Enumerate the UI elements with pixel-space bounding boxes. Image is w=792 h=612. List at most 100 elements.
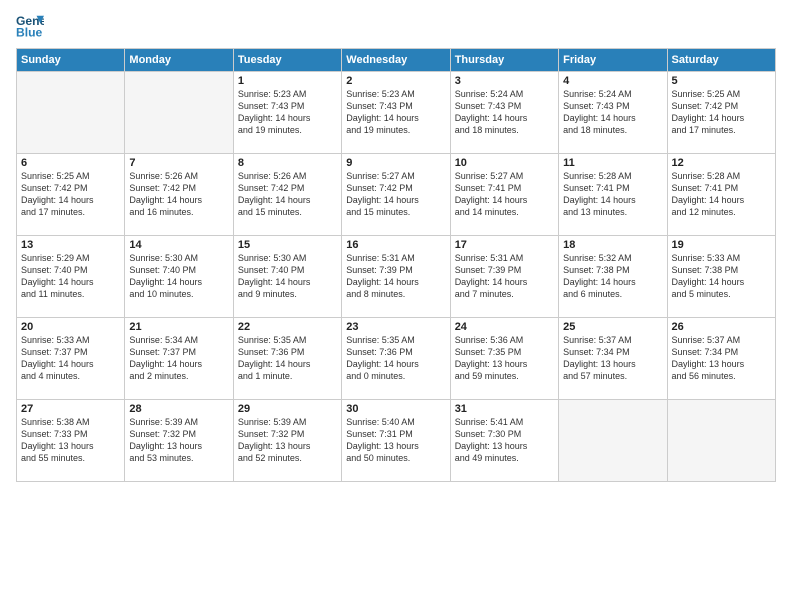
cell-info: Sunrise: 5:33 AM Sunset: 7:38 PM Dayligh… [672, 252, 771, 301]
calendar-week-4: 20Sunrise: 5:33 AM Sunset: 7:37 PM Dayli… [17, 318, 776, 400]
day-number: 21 [129, 321, 228, 333]
svg-text:Blue: Blue [16, 25, 43, 39]
cell-info: Sunrise: 5:35 AM Sunset: 7:36 PM Dayligh… [238, 334, 337, 383]
cell-info: Sunrise: 5:24 AM Sunset: 7:43 PM Dayligh… [455, 88, 554, 137]
day-header-wednesday: Wednesday [342, 49, 450, 72]
calendar-cell: 2Sunrise: 5:23 AM Sunset: 7:43 PM Daylig… [342, 72, 450, 154]
cell-info: Sunrise: 5:41 AM Sunset: 7:30 PM Dayligh… [455, 416, 554, 465]
cell-info: Sunrise: 5:33 AM Sunset: 7:37 PM Dayligh… [21, 334, 120, 383]
calendar-cell: 4Sunrise: 5:24 AM Sunset: 7:43 PM Daylig… [559, 72, 667, 154]
calendar-cell: 20Sunrise: 5:33 AM Sunset: 7:37 PM Dayli… [17, 318, 125, 400]
day-number: 16 [346, 239, 445, 251]
day-number: 7 [129, 157, 228, 169]
day-header-sunday: Sunday [17, 49, 125, 72]
cell-info: Sunrise: 5:37 AM Sunset: 7:34 PM Dayligh… [672, 334, 771, 383]
cell-info: Sunrise: 5:32 AM Sunset: 7:38 PM Dayligh… [563, 252, 662, 301]
day-header-saturday: Saturday [667, 49, 775, 72]
calendar-cell: 29Sunrise: 5:39 AM Sunset: 7:32 PM Dayli… [233, 400, 341, 482]
calendar-cell [125, 72, 233, 154]
day-number: 4 [563, 75, 662, 87]
calendar-cell: 19Sunrise: 5:33 AM Sunset: 7:38 PM Dayli… [667, 236, 775, 318]
cell-info: Sunrise: 5:34 AM Sunset: 7:37 PM Dayligh… [129, 334, 228, 383]
day-number: 22 [238, 321, 337, 333]
cell-info: Sunrise: 5:31 AM Sunset: 7:39 PM Dayligh… [455, 252, 554, 301]
cell-info: Sunrise: 5:36 AM Sunset: 7:35 PM Dayligh… [455, 334, 554, 383]
cell-info: Sunrise: 5:38 AM Sunset: 7:33 PM Dayligh… [21, 416, 120, 465]
calendar-week-2: 6Sunrise: 5:25 AM Sunset: 7:42 PM Daylig… [17, 154, 776, 236]
calendar-cell: 8Sunrise: 5:26 AM Sunset: 7:42 PM Daylig… [233, 154, 341, 236]
day-number: 14 [129, 239, 228, 251]
page-header: General Blue [16, 12, 776, 40]
cell-info: Sunrise: 5:26 AM Sunset: 7:42 PM Dayligh… [238, 170, 337, 219]
calendar-cell: 13Sunrise: 5:29 AM Sunset: 7:40 PM Dayli… [17, 236, 125, 318]
calendar-cell: 17Sunrise: 5:31 AM Sunset: 7:39 PM Dayli… [450, 236, 558, 318]
day-number: 20 [21, 321, 120, 333]
day-number: 10 [455, 157, 554, 169]
calendar-cell: 15Sunrise: 5:30 AM Sunset: 7:40 PM Dayli… [233, 236, 341, 318]
day-number: 23 [346, 321, 445, 333]
cell-info: Sunrise: 5:37 AM Sunset: 7:34 PM Dayligh… [563, 334, 662, 383]
day-header-tuesday: Tuesday [233, 49, 341, 72]
cell-info: Sunrise: 5:23 AM Sunset: 7:43 PM Dayligh… [238, 88, 337, 137]
calendar-cell: 7Sunrise: 5:26 AM Sunset: 7:42 PM Daylig… [125, 154, 233, 236]
calendar-cell: 28Sunrise: 5:39 AM Sunset: 7:32 PM Dayli… [125, 400, 233, 482]
cell-info: Sunrise: 5:27 AM Sunset: 7:42 PM Dayligh… [346, 170, 445, 219]
calendar-cell: 31Sunrise: 5:41 AM Sunset: 7:30 PM Dayli… [450, 400, 558, 482]
calendar-cell: 3Sunrise: 5:24 AM Sunset: 7:43 PM Daylig… [450, 72, 558, 154]
day-number: 2 [346, 75, 445, 87]
calendar-cell: 11Sunrise: 5:28 AM Sunset: 7:41 PM Dayli… [559, 154, 667, 236]
calendar-cell [17, 72, 125, 154]
calendar-cell: 24Sunrise: 5:36 AM Sunset: 7:35 PM Dayli… [450, 318, 558, 400]
day-number: 26 [672, 321, 771, 333]
cell-info: Sunrise: 5:23 AM Sunset: 7:43 PM Dayligh… [346, 88, 445, 137]
calendar-cell: 14Sunrise: 5:30 AM Sunset: 7:40 PM Dayli… [125, 236, 233, 318]
calendar-week-5: 27Sunrise: 5:38 AM Sunset: 7:33 PM Dayli… [17, 400, 776, 482]
day-header-friday: Friday [559, 49, 667, 72]
calendar-cell: 18Sunrise: 5:32 AM Sunset: 7:38 PM Dayli… [559, 236, 667, 318]
calendar-cell: 23Sunrise: 5:35 AM Sunset: 7:36 PM Dayli… [342, 318, 450, 400]
cell-info: Sunrise: 5:39 AM Sunset: 7:32 PM Dayligh… [238, 416, 337, 465]
cell-info: Sunrise: 5:28 AM Sunset: 7:41 PM Dayligh… [672, 170, 771, 219]
logo-icon: General Blue [16, 12, 44, 40]
cell-info: Sunrise: 5:30 AM Sunset: 7:40 PM Dayligh… [238, 252, 337, 301]
day-number: 18 [563, 239, 662, 251]
day-number: 19 [672, 239, 771, 251]
calendar-cell [559, 400, 667, 482]
cell-info: Sunrise: 5:25 AM Sunset: 7:42 PM Dayligh… [21, 170, 120, 219]
cell-info: Sunrise: 5:40 AM Sunset: 7:31 PM Dayligh… [346, 416, 445, 465]
calendar-week-3: 13Sunrise: 5:29 AM Sunset: 7:40 PM Dayli… [17, 236, 776, 318]
calendar-body: 1Sunrise: 5:23 AM Sunset: 7:43 PM Daylig… [17, 72, 776, 482]
calendar-cell: 27Sunrise: 5:38 AM Sunset: 7:33 PM Dayli… [17, 400, 125, 482]
day-number: 5 [672, 75, 771, 87]
cell-info: Sunrise: 5:35 AM Sunset: 7:36 PM Dayligh… [346, 334, 445, 383]
cell-info: Sunrise: 5:29 AM Sunset: 7:40 PM Dayligh… [21, 252, 120, 301]
calendar-week-1: 1Sunrise: 5:23 AM Sunset: 7:43 PM Daylig… [17, 72, 776, 154]
day-number: 13 [21, 239, 120, 251]
day-number: 9 [346, 157, 445, 169]
calendar-header-row: SundayMondayTuesdayWednesdayThursdayFrid… [17, 49, 776, 72]
cell-info: Sunrise: 5:30 AM Sunset: 7:40 PM Dayligh… [129, 252, 228, 301]
day-number: 1 [238, 75, 337, 87]
calendar-cell: 22Sunrise: 5:35 AM Sunset: 7:36 PM Dayli… [233, 318, 341, 400]
day-number: 24 [455, 321, 554, 333]
day-number: 31 [455, 403, 554, 415]
day-number: 8 [238, 157, 337, 169]
day-header-thursday: Thursday [450, 49, 558, 72]
calendar-cell: 16Sunrise: 5:31 AM Sunset: 7:39 PM Dayli… [342, 236, 450, 318]
cell-info: Sunrise: 5:39 AM Sunset: 7:32 PM Dayligh… [129, 416, 228, 465]
calendar-cell: 12Sunrise: 5:28 AM Sunset: 7:41 PM Dayli… [667, 154, 775, 236]
day-number: 15 [238, 239, 337, 251]
day-number: 25 [563, 321, 662, 333]
calendar-cell: 9Sunrise: 5:27 AM Sunset: 7:42 PM Daylig… [342, 154, 450, 236]
cell-info: Sunrise: 5:25 AM Sunset: 7:42 PM Dayligh… [672, 88, 771, 137]
calendar-cell: 10Sunrise: 5:27 AM Sunset: 7:41 PM Dayli… [450, 154, 558, 236]
calendar-cell: 5Sunrise: 5:25 AM Sunset: 7:42 PM Daylig… [667, 72, 775, 154]
calendar-cell: 21Sunrise: 5:34 AM Sunset: 7:37 PM Dayli… [125, 318, 233, 400]
day-number: 17 [455, 239, 554, 251]
calendar-cell [667, 400, 775, 482]
day-number: 12 [672, 157, 771, 169]
cell-info: Sunrise: 5:27 AM Sunset: 7:41 PM Dayligh… [455, 170, 554, 219]
calendar-cell: 6Sunrise: 5:25 AM Sunset: 7:42 PM Daylig… [17, 154, 125, 236]
day-number: 3 [455, 75, 554, 87]
day-number: 11 [563, 157, 662, 169]
